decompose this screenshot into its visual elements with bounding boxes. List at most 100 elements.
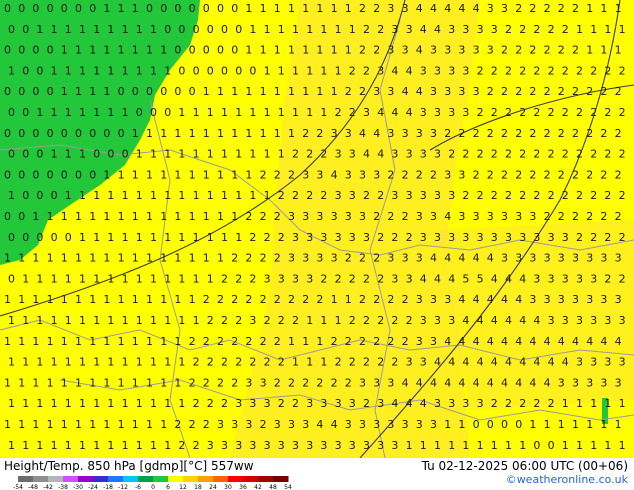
temperature-label: 1: [292, 106, 299, 119]
temperature-label: 1: [65, 272, 72, 285]
temperature-label: 2: [231, 293, 238, 306]
temperature-label: 1: [89, 210, 96, 223]
temperature-label: 1: [103, 210, 110, 223]
temperature-label: 4: [448, 272, 455, 285]
temperature-label: 2: [377, 231, 384, 244]
temperature-label: 1: [61, 376, 68, 389]
temperature-label: 1: [576, 397, 583, 410]
temperature-label: 3: [477, 23, 484, 36]
temperature-label: 3: [434, 314, 441, 327]
temperature-label: 1: [61, 44, 68, 57]
temperature-label: 3: [306, 231, 313, 244]
temperature-label: 2: [245, 335, 252, 348]
temperature-label: 2: [519, 189, 526, 202]
temperature-label: 3: [306, 397, 313, 410]
temperature-label: 0: [32, 85, 39, 98]
temperature-label: 1: [174, 293, 181, 306]
temperature-label: 1: [122, 356, 129, 369]
temperature-label: 1: [8, 314, 15, 327]
temperature-label: 1: [320, 23, 327, 36]
temperature-label: 3: [235, 439, 242, 452]
temperature-label: 1: [79, 231, 86, 244]
temperature-label: 1: [193, 106, 200, 119]
temperature-label: 2: [402, 210, 409, 223]
legend-swatch: [138, 476, 154, 482]
temperature-label: 1: [178, 106, 185, 119]
temperature-label: 1: [51, 106, 58, 119]
temperature-label: 2: [207, 397, 214, 410]
temperature-label: 1: [75, 210, 82, 223]
temperature-label: 4: [331, 418, 338, 431]
temperature-label: 2: [548, 189, 555, 202]
temperature-label: 0: [4, 210, 11, 223]
temperature-label: 3: [576, 272, 583, 285]
temperature-label: 1: [22, 314, 29, 327]
temperature-label: 1: [619, 439, 626, 452]
temperature-label: 2: [590, 148, 597, 161]
temperature-label: 2: [558, 2, 565, 15]
temperature-label: 3: [430, 293, 437, 306]
temperature-label: 2: [391, 314, 398, 327]
temperature-label: 4: [416, 44, 423, 57]
temperature-label: 3: [406, 23, 413, 36]
temperature-label: 4: [331, 168, 338, 181]
temperature-label: 2: [615, 127, 622, 140]
temperature-label: 1: [136, 64, 143, 77]
temperature-label: 1: [260, 85, 267, 98]
temperature-label: 0: [8, 231, 15, 244]
temperature-label: 0: [65, 231, 72, 244]
legend-tick-label: 24: [209, 484, 217, 490]
temperature-label: 3: [363, 231, 370, 244]
temperature-label: 2: [302, 127, 309, 140]
temperature-label: 3: [586, 376, 593, 389]
temperature-label: 0: [8, 106, 15, 119]
legend-tick-label: 48: [269, 484, 277, 490]
temperature-label: 1: [178, 272, 185, 285]
temperature-label: 1: [160, 376, 167, 389]
temperature-label: 3: [572, 252, 579, 265]
temperature-label: 1: [146, 376, 153, 389]
temperature-label: 2: [562, 64, 569, 77]
temperature-label: 1: [93, 23, 100, 36]
temperature-label: 2: [320, 272, 327, 285]
temperature-label: 1: [146, 418, 153, 431]
temperature-label: 0: [18, 85, 25, 98]
temperature-label: 4: [487, 293, 494, 306]
temperature-label: 2: [274, 293, 281, 306]
temperature-label: 3: [420, 148, 427, 161]
temperature-label: 2: [249, 272, 256, 285]
temperature-label: 0: [231, 44, 238, 57]
temperature-label: 2: [278, 356, 285, 369]
temperature-label: 1: [231, 85, 238, 98]
temperature-label: 2: [487, 127, 494, 140]
temperature-label: 1: [491, 439, 498, 452]
temperature-label: 3: [473, 85, 480, 98]
temperature-label: 2: [544, 168, 551, 181]
temperature-label: 2: [345, 335, 352, 348]
temperature-label: 1: [136, 231, 143, 244]
temperature-label: 3: [288, 418, 295, 431]
temperature-label: 1: [65, 64, 72, 77]
temperature-label: 3: [345, 127, 352, 140]
temperature-label: 3: [373, 85, 380, 98]
temperature-label: 3: [320, 231, 327, 244]
temperature-label: 2: [231, 335, 238, 348]
credit-link[interactable]: ©weatheronline.co.uk: [506, 473, 628, 486]
temperature-label: 3: [558, 252, 565, 265]
temperature-label: 2: [245, 252, 252, 265]
temperature-label: 4: [462, 356, 469, 369]
temperature-label: 1: [36, 314, 43, 327]
temperature-label: 1: [217, 168, 224, 181]
temperature-label: 2: [217, 293, 224, 306]
temperature-label: 4: [316, 418, 323, 431]
temperature-label: 3: [562, 272, 569, 285]
temperature-label: 3: [615, 252, 622, 265]
temperature-label: 4: [515, 335, 522, 348]
temperature-label: 1: [36, 106, 43, 119]
temperature-label: 1: [264, 148, 271, 161]
temperature-label: 3: [316, 168, 323, 181]
temperature-label: 4: [501, 335, 508, 348]
temperature-label: 2: [515, 2, 522, 15]
temperature-label: 2: [221, 356, 228, 369]
temperature-label: 4: [477, 356, 484, 369]
